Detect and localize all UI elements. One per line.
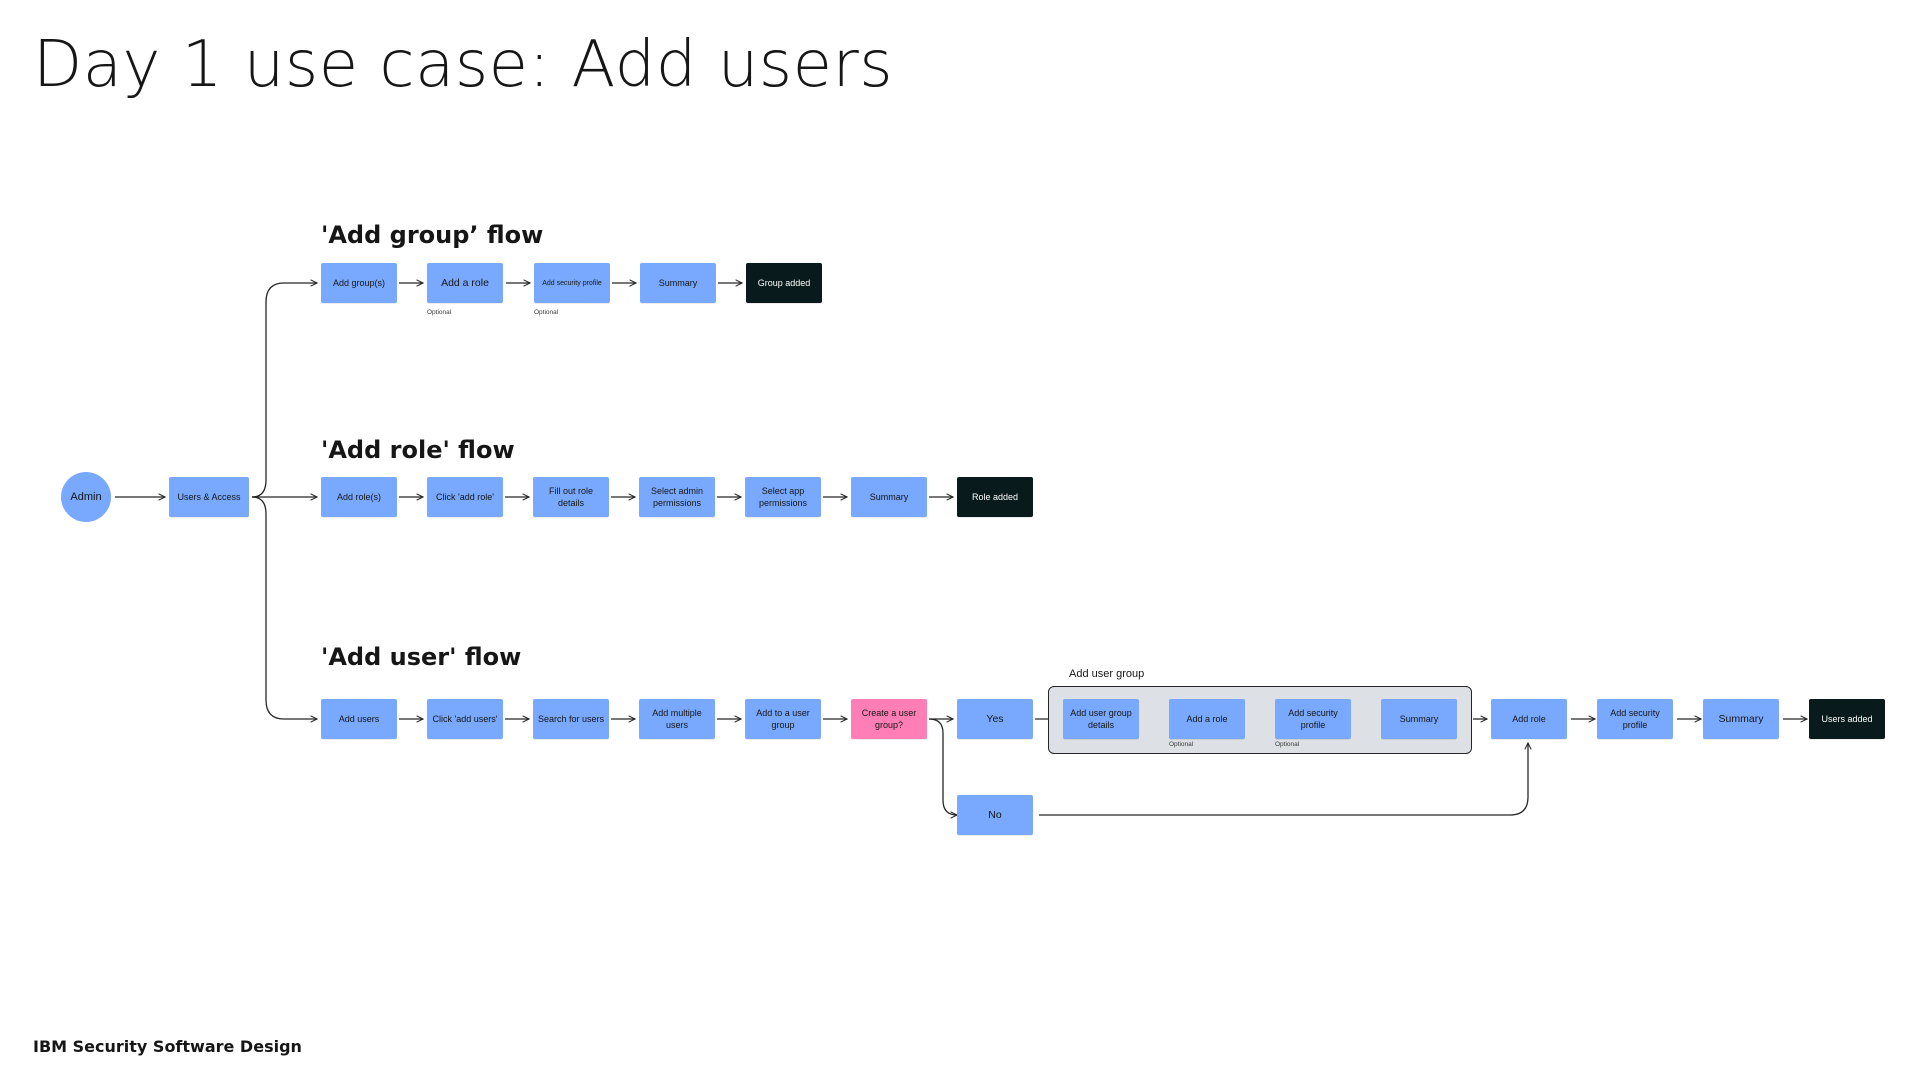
user-step-search-users: Search for users [533,699,609,739]
role-step-fill-details: Fill out role details [533,477,609,517]
user-step-add-role: Add role [1491,699,1567,739]
role-flow-title: 'Add role' flow [321,436,515,464]
optional-note: Optional [1169,741,1194,748]
optional-note: Optional [427,309,452,316]
group-step-add-security-profile: Add security profile [534,263,610,303]
group-step-add-groups: Add group(s) [321,263,397,303]
usergroup-step-security-profile: Add security profile [1275,699,1351,739]
user-step-add-multiple: Add multiple users [639,699,715,739]
role-step-click-add-role: Click 'add role' [427,477,503,517]
admin-node: Admin [61,472,111,522]
user-step-security-profile: Add security profile [1597,699,1673,739]
optional-note: Optional [1275,741,1300,748]
footer-brand: IBM Security Software Design [33,1037,302,1056]
decision-yes: Yes [957,699,1033,739]
user-group-label: Add user group [1069,668,1145,680]
group-step-summary: Summary [640,263,716,303]
usergroup-step-details: Add user group details [1063,699,1139,739]
user-step-summary: Summary [1703,699,1779,739]
connector-lines [115,0,1920,1080]
group-flow-title: 'Add group’ flow [321,221,544,249]
usergroup-step-add-role: Add a role [1169,699,1245,739]
user-flow-title: 'Add user' flow [321,643,522,671]
decision-create-group: Create a user group? [851,699,927,739]
group-step-add-role: Add a role [427,263,503,303]
user-step-add-users: Add users [321,699,397,739]
user-step-users-added: Users added [1809,699,1885,739]
user-step-click-add-users: Click 'add users' [427,699,503,739]
optional-note: Optional [534,309,559,316]
role-step-add-roles: Add role(s) [321,477,397,517]
group-step-group-added: Group added [746,263,822,303]
usergroup-step-summary: Summary [1381,699,1457,739]
role-step-summary: Summary [851,477,927,517]
role-step-app-permissions: Select app permissions [745,477,821,517]
role-step-role-added: Role added [957,477,1033,517]
users-access-node: Users & Access [169,477,249,517]
user-step-add-to-group: Add to a user group [745,699,821,739]
decision-no: No [957,795,1033,835]
role-step-admin-permissions: Select admin permissions [639,477,715,517]
